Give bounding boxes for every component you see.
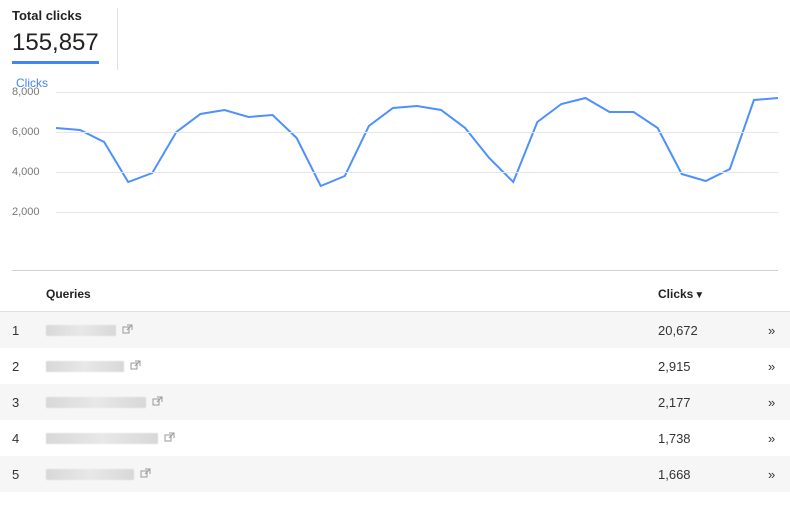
table-row[interactable]: 3 2,177» [0, 384, 790, 420]
query-text-redacted [46, 397, 146, 408]
y-tick-label: 6,000 [12, 126, 40, 138]
col-clicks-label: Clicks [658, 287, 693, 301]
query-cell[interactable] [34, 420, 646, 456]
query-cell[interactable] [34, 312, 646, 349]
table-row[interactable]: 5 1,668» [0, 456, 790, 492]
clicks-value: 1,668 [646, 456, 756, 492]
y-tick-label: 8,000 [12, 86, 40, 98]
total-clicks-card[interactable]: Total clicks 155,857 [12, 8, 118, 70]
row-index: 1 [0, 312, 34, 349]
query-cell[interactable] [34, 384, 646, 420]
table-row[interactable]: 2 2,915» [0, 348, 790, 384]
gridline [56, 132, 778, 133]
external-link-icon[interactable] [140, 467, 151, 482]
row-index: 2 [0, 348, 34, 384]
y-tick-label: 4,000 [12, 166, 40, 178]
external-link-icon[interactable] [130, 359, 141, 374]
chart-area: Clicks 2,000 4,000 6,000 8,000 [0, 70, 790, 252]
sort-desc-icon: ▼ [694, 290, 704, 301]
col-clicks-header[interactable]: Clicks▼ [646, 277, 756, 312]
total-clicks-value: 155,857 [12, 29, 99, 64]
external-link-icon[interactable] [152, 395, 163, 410]
queries-table: Queries Clicks▼ 120,672»22,915»32,177»41… [0, 277, 790, 492]
external-link-icon[interactable] [122, 323, 133, 338]
section-divider [12, 270, 778, 271]
row-index: 4 [0, 420, 34, 456]
expand-row-icon[interactable]: » [756, 456, 790, 492]
gridline [56, 172, 778, 173]
expand-row-icon[interactable]: » [756, 348, 790, 384]
clicks-value: 20,672 [646, 312, 756, 349]
expand-row-icon[interactable]: » [756, 420, 790, 456]
expand-row-icon[interactable]: » [756, 384, 790, 420]
row-index: 3 [0, 384, 34, 420]
query-text-redacted [46, 433, 158, 444]
y-tick-label: 2,000 [12, 206, 40, 218]
chart-legend: Clicks [16, 76, 778, 90]
row-index: 5 [0, 456, 34, 492]
col-index-header [0, 277, 34, 312]
query-cell[interactable] [34, 456, 646, 492]
gridline [56, 92, 778, 93]
clicks-value: 2,915 [646, 348, 756, 384]
query-cell[interactable] [34, 348, 646, 384]
table-row[interactable]: 1 20,672» [0, 312, 790, 349]
table-row[interactable]: 4 1,738» [0, 420, 790, 456]
query-text-redacted [46, 469, 134, 480]
external-link-icon[interactable] [164, 431, 175, 446]
total-clicks-label: Total clicks [12, 8, 99, 23]
clicks-chart[interactable]: 2,0004,0006,0008,000 [12, 92, 778, 252]
clicks-value: 2,177 [646, 384, 756, 420]
col-expand-header [756, 277, 790, 312]
metric-header: Total clicks 155,857 [0, 0, 790, 70]
col-queries-header[interactable]: Queries [34, 277, 646, 312]
query-text-redacted [46, 325, 116, 336]
expand-row-icon[interactable]: » [756, 312, 790, 349]
gridline [56, 212, 778, 213]
query-text-redacted [46, 361, 124, 372]
clicks-value: 1,738 [646, 420, 756, 456]
